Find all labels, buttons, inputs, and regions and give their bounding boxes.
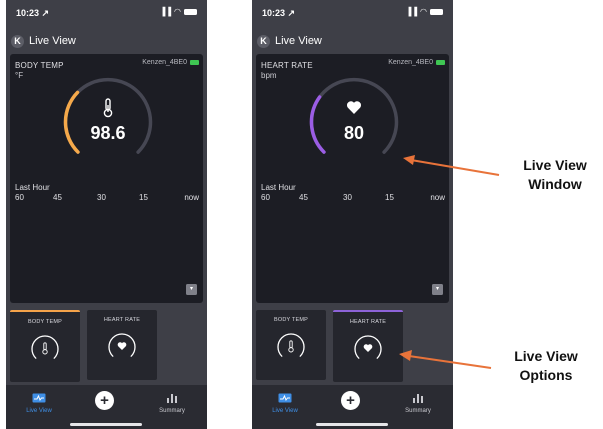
annotation-live-view-window: Live View Window [523,157,587,192]
back-button[interactable]: K [11,35,24,48]
thermometer-icon [100,98,116,118]
axis-tick: 45 [53,193,62,202]
signal-icon: ▐▐ [159,7,172,16]
status-icons: ▐▐ ◠ [406,7,443,16]
live-view-window: BODY TEMP °F Kenzen_4BE0 98.6 Last Hour … [10,54,203,303]
summary-chart-icon [147,391,197,405]
home-indicator [70,423,142,426]
time-axis: 60 45 30 15 now [261,193,445,203]
tab-bar: Live View + Summary [6,385,207,429]
axis-tick: 15 [385,193,394,202]
metric-name: HEART RATE [261,61,313,70]
time-axis: 60 45 30 15 now [15,193,199,203]
tab-summary[interactable]: Summary [393,391,443,414]
expand-dropdown-button[interactable]: ▾ [186,284,197,295]
metric-gauge [309,77,399,154]
arrow-to-options [399,350,492,369]
tab-live-view[interactable]: Live View [14,391,64,414]
expand-dropdown-button[interactable]: ▾ [432,284,443,295]
status-bar: 10:23 ↗ ▐▐ ◠ [6,6,207,20]
thermometer-icon [288,340,294,353]
summary-chart-icon [393,391,443,405]
chart-range-label: Last Hour [15,183,50,192]
device-battery-icon [436,60,445,65]
tile-label: BODY TEMP [28,319,62,325]
phone-screen-body-temp: 10:23 ↗ ▐▐ ◠ K Live View BODY TEMP °F Ke… [6,0,207,429]
device-name: Kenzen_4BE0 [142,59,187,66]
nav-bar: K Live View [252,32,453,52]
tab-summary[interactable]: Summary [147,391,197,414]
axis-tick: now [430,193,445,202]
tab-bar: Live View + Summary [252,385,453,429]
heart-icon [346,98,362,118]
tile-label: HEART RATE [349,319,387,325]
live-view-icon [260,391,310,405]
metric-name: BODY TEMP [15,61,64,70]
live-view-icon [14,391,64,405]
back-button[interactable]: K [257,35,270,48]
battery-icon [184,8,197,15]
option-tile-body-temp[interactable]: BODY TEMP [10,310,80,382]
status-icons: ▐▐ ◠ [160,7,197,16]
axis-tick: now [184,193,199,202]
axis-tick: 30 [97,193,106,202]
status-time: 10:23 ↗ [16,8,50,18]
metric-value: 98.6 [90,123,126,143]
page-title: Live View [275,35,322,47]
heart-icon [117,342,127,350]
wifi-icon: ◠ [420,7,427,16]
add-button[interactable]: + [341,391,360,410]
home-indicator [316,423,388,426]
metric-gauge [63,77,153,154]
option-tile-heart-rate[interactable]: HEART RATE [87,310,157,380]
device-battery-icon [190,60,199,65]
battery-icon [430,8,443,15]
axis-tick: 60 [15,193,24,202]
device-name: Kenzen_4BE0 [388,59,433,66]
wifi-icon: ◠ [174,7,181,16]
metric-value: 80 [343,123,365,143]
heart-icon [363,344,373,352]
axis-tick: 60 [261,193,270,202]
tab-live-view[interactable]: Live View [260,391,310,414]
status-bar: 10:23 ↗ ▐▐ ◠ [252,6,453,20]
page-title: Live View [29,35,76,47]
option-tile-heart-rate[interactable]: HEART RATE [333,310,403,382]
option-tile-body-temp[interactable]: BODY TEMP [256,310,326,380]
axis-tick: 45 [299,193,308,202]
axis-tick: 15 [139,193,148,202]
nav-bar: K Live View [6,32,207,52]
add-button[interactable]: + [95,391,114,410]
status-time: 10:23 ↗ [262,8,296,18]
metric-unit: bpm [261,71,277,80]
tile-label: BODY TEMP [274,317,308,323]
arrow-to-window [403,155,500,176]
annotation-live-view-options: Live View Options [514,348,578,383]
chart-range-label: Last Hour [261,183,296,192]
signal-icon: ▐▐ [405,7,418,16]
axis-tick: 30 [343,193,352,202]
tile-label: HEART RATE [103,317,141,323]
thermometer-icon [42,342,48,355]
metric-unit: °F [15,71,24,80]
